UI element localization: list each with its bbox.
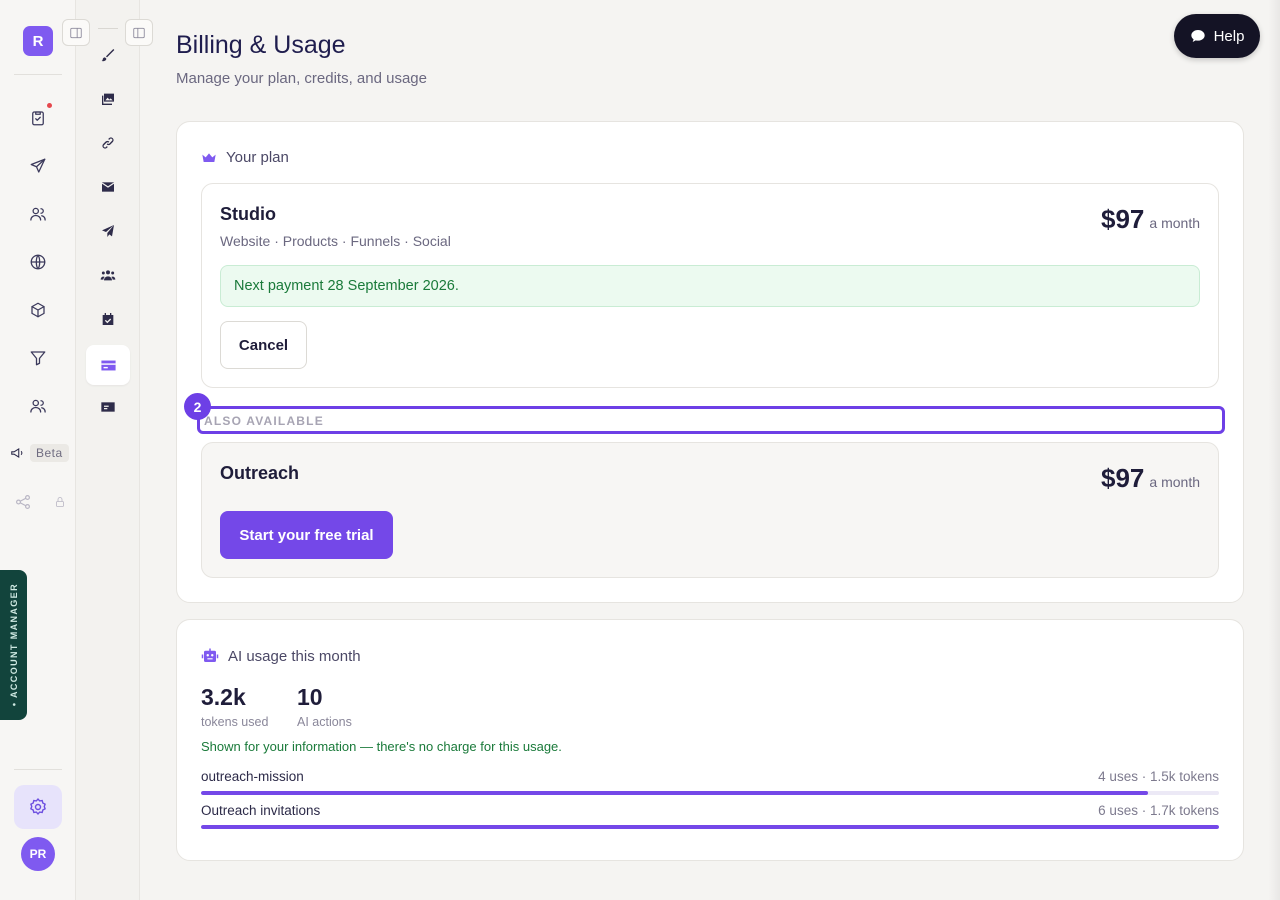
- help-button[interactable]: Help: [1174, 14, 1260, 58]
- id-card-icon[interactable]: [98, 397, 118, 417]
- workspace-logo[interactable]: R: [23, 26, 53, 56]
- stat-value: 3.2k: [201, 684, 246, 710]
- alternative-plan-price: $97 a month: [1101, 463, 1200, 494]
- price-amount: $97: [1101, 204, 1145, 234]
- expand-panel-toggle[interactable]: [125, 19, 153, 46]
- chat-bubble-icon: [1190, 30, 1205, 42]
- usage-row-name: Outreach invitations: [201, 803, 321, 818]
- beta-badge: Beta: [30, 444, 69, 462]
- price-period: a month: [1149, 474, 1200, 490]
- current-plan-features: Website · Products · Funnels · Social: [220, 233, 451, 249]
- current-plan-name: Studio: [220, 204, 276, 224]
- current-plan-price: $97 a month: [1101, 204, 1200, 235]
- team-icon[interactable]: [27, 395, 49, 417]
- user-avatar[interactable]: PR: [21, 837, 55, 871]
- sidebar-panel-icon: [133, 27, 145, 38]
- usage-section-heading: AI usage this month: [228, 647, 361, 665]
- plan-section-header: Your plan: [201, 149, 289, 166]
- help-label: Help: [1213, 27, 1245, 45]
- step-badge: 2: [184, 393, 211, 420]
- lock-icon: [56, 497, 64, 507]
- account-manager-tab[interactable]: • ACCOUNT MANAGER: [0, 570, 27, 720]
- usage-bar-fill: [201, 791, 1148, 795]
- funnel-icon[interactable]: [27, 347, 49, 369]
- settings-button[interactable]: [14, 785, 62, 829]
- page-title: Billing & Usage: [176, 31, 346, 59]
- share-item-locked: [14, 493, 66, 511]
- send-icon[interactable]: [27, 155, 49, 177]
- alternative-plan-name: Outreach: [220, 463, 300, 483]
- plan-card: Your plan Studio Website · Products · Fu…: [176, 121, 1244, 603]
- billing-nav-item[interactable]: [86, 345, 130, 385]
- alternative-plan: Outreach $97 a month Start your free tri…: [201, 442, 1219, 578]
- stat-label: tokens used: [201, 715, 269, 729]
- rail-divider: [14, 769, 62, 770]
- box-icon[interactable]: [27, 299, 49, 321]
- also-available-highlight: ALSO AVAILABLE: [197, 406, 1225, 434]
- also-available-label: ALSO AVAILABLE: [204, 414, 324, 428]
- stat-value: 10: [297, 684, 323, 710]
- contacts-icon[interactable]: [27, 203, 49, 225]
- tasks-icon[interactable]: [27, 107, 49, 129]
- mail-icon[interactable]: [98, 177, 118, 197]
- paper-plane-icon[interactable]: [98, 221, 118, 241]
- credit-card-icon: [100, 360, 116, 370]
- ai-actions-stat: 10 AI actions: [297, 684, 352, 729]
- usage-row: Outreach invitations 6 uses · 1.7k token…: [201, 803, 1219, 829]
- no-charge-note: Shown for your information — there's no …: [201, 739, 562, 754]
- link-icon[interactable]: [98, 133, 118, 153]
- page-subtitle: Manage your plan, credits, and usage: [176, 70, 427, 87]
- usage-row: outreach-mission 4 uses · 1.5k tokens: [201, 769, 1219, 795]
- ai-usage-card: AI usage this month 3.2k tokens used 10 …: [176, 619, 1244, 861]
- megaphone-icon: [11, 447, 23, 459]
- collapse-sidebar-toggle[interactable]: [62, 19, 90, 46]
- next-payment-notice: Next payment 28 September 2026.: [220, 265, 1200, 307]
- announcements-beta-item[interactable]: Beta: [10, 444, 69, 462]
- brush-icon[interactable]: [98, 45, 118, 65]
- plan-section-heading: Your plan: [226, 149, 289, 166]
- notification-dot: [47, 103, 52, 108]
- usage-row-meta: 4 uses · 1.5k tokens: [1098, 769, 1219, 784]
- crown-icon: [202, 152, 216, 162]
- rail-divider: [14, 74, 62, 75]
- usage-row-name: outreach-mission: [201, 769, 304, 784]
- primary-rail: R Beta • ACCOUNT MANAGER PR: [0, 0, 76, 900]
- usage-bar-fill: [201, 825, 1219, 829]
- images-icon[interactable]: [98, 89, 118, 109]
- usage-bar-track: [201, 791, 1219, 795]
- rail-divider: [98, 28, 118, 29]
- gear-icon: [30, 798, 46, 815]
- price-period: a month: [1149, 215, 1200, 231]
- usage-bar-track: [201, 825, 1219, 829]
- usage-section-header: AI usage this month: [201, 647, 361, 665]
- usage-row-meta: 6 uses · 1.7k tokens: [1098, 803, 1219, 818]
- tokens-used-stat: 3.2k tokens used: [201, 684, 268, 729]
- sidebar-panel-icon: [70, 27, 82, 38]
- price-amount: $97: [1101, 463, 1145, 493]
- robot-icon: [201, 648, 219, 662]
- stat-label: AI actions: [297, 715, 352, 729]
- users-icon[interactable]: [98, 265, 118, 285]
- secondary-rail: [62, 0, 153, 900]
- account-manager-label: • ACCOUNT MANAGER: [8, 583, 19, 707]
- globe-icon[interactable]: [27, 251, 49, 273]
- start-free-trial-button[interactable]: Start your free trial: [220, 511, 393, 559]
- scroll-edge-shadow: [1268, 0, 1280, 900]
- cancel-button[interactable]: Cancel: [220, 321, 307, 369]
- calendar-check-icon[interactable]: [98, 309, 118, 329]
- current-plan: Studio Website · Products · Funnels · So…: [201, 183, 1219, 388]
- share-icon: [16, 495, 30, 509]
